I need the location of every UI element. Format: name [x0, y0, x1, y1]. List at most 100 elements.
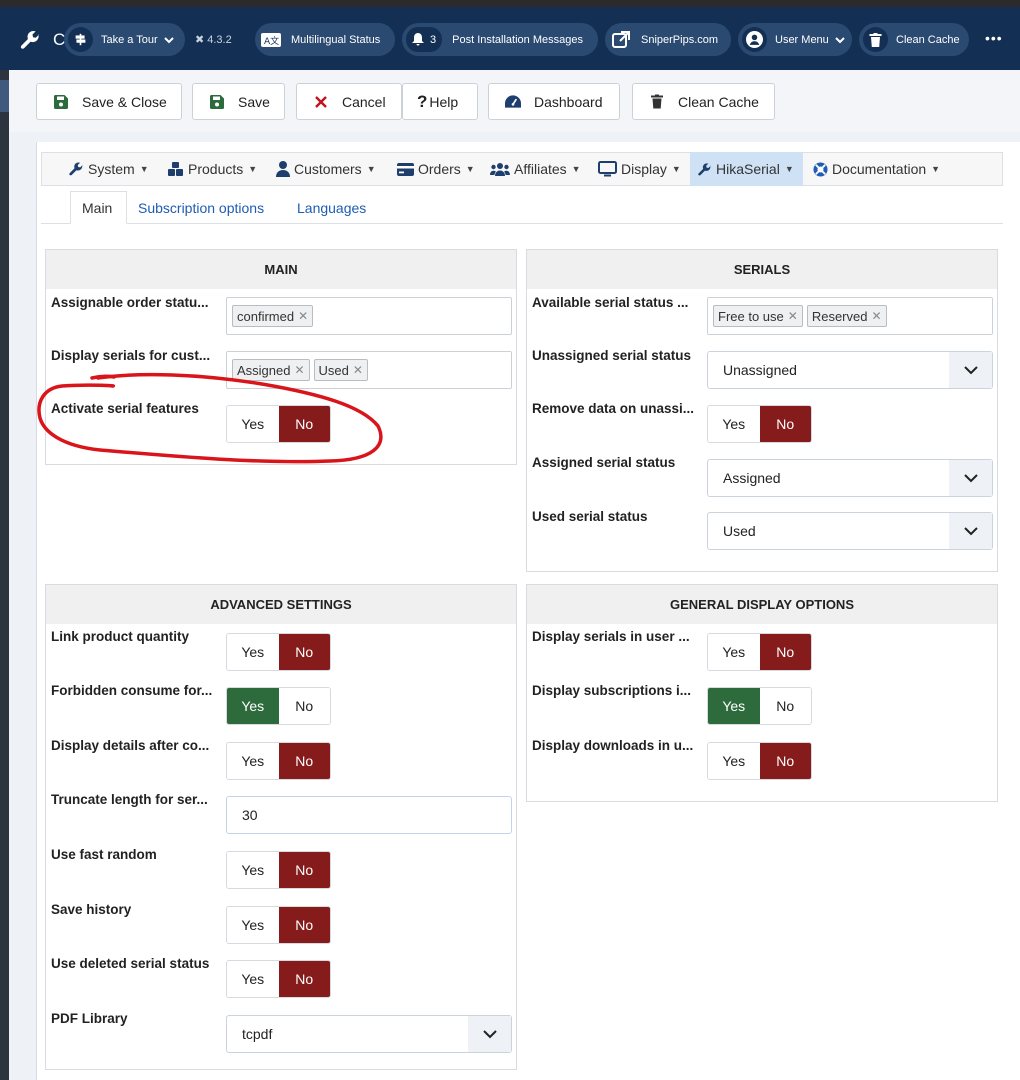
save-close-label: Save & Close: [82, 93, 167, 110]
remove-data-toggle[interactable]: Yes No: [707, 405, 812, 443]
take-tour-label: Take a Tour: [101, 33, 158, 46]
save-close-button[interactable]: Save & Close: [36, 83, 182, 120]
toggle-no[interactable]: No: [759, 406, 811, 442]
toggle-yes[interactable]: Yes: [227, 907, 279, 943]
pdf-library-select[interactable]: tcpdf: [226, 1015, 512, 1053]
toggle-no[interactable]: No: [278, 852, 330, 888]
chip-reserved[interactable]: Reserved ✕: [806, 305, 887, 327]
assignable-order-status-field[interactable]: confirmed ✕: [226, 297, 512, 335]
credit-card-icon: [397, 162, 414, 176]
tab-subscription-options[interactable]: Subscription options: [138, 191, 264, 224]
take-tour-button[interactable]: Take a Tour: [64, 23, 185, 56]
general-display-heading: GENERAL DISPLAY OPTIONS: [527, 585, 997, 624]
save-history-toggle[interactable]: Yes No: [226, 906, 331, 944]
fast-random-toggle[interactable]: Yes No: [226, 851, 331, 889]
chip-confirmed[interactable]: confirmed ✕: [232, 305, 314, 327]
toggle-no[interactable]: No: [759, 743, 811, 779]
toggle-yes[interactable]: Yes: [227, 406, 279, 442]
menu-documentation[interactable]: Documentation ▼: [813, 152, 940, 186]
toggle-no[interactable]: No: [759, 634, 811, 670]
available-serial-status-field[interactable]: Free to use ✕ Reserved ✕: [707, 297, 993, 335]
menu-display[interactable]: Display ▼: [598, 152, 681, 186]
external-link-icon: [611, 30, 631, 50]
serials-heading: SERIALS: [527, 250, 997, 289]
caret-down-icon: ▼: [571, 164, 581, 174]
menu-affiliates-label: Affiliates: [514, 161, 567, 177]
chip-free-to-use[interactable]: Free to use ✕: [713, 305, 803, 327]
fast-random-label: Use fast random: [51, 847, 157, 862]
forbidden-consume-toggle[interactable]: Yes No: [226, 687, 331, 725]
clean-cache-top-button[interactable]: Clean Cache: [859, 23, 969, 56]
truncate-length-input[interactable]: 30: [226, 796, 512, 834]
toggle-yes[interactable]: Yes: [708, 688, 760, 724]
display-details-toggle[interactable]: Yes No: [226, 742, 331, 780]
version-number: 4.3.2: [207, 33, 232, 46]
toggle-no[interactable]: No: [759, 688, 811, 724]
display-downloads-label: Display downloads in u...: [532, 738, 694, 753]
joomla-tools-icon[interactable]: [19, 29, 41, 54]
assigned-serial-status-label: Assigned serial status: [532, 455, 676, 470]
remove-icon: ✕: [294, 363, 305, 377]
toggle-no[interactable]: No: [278, 634, 330, 670]
site-label: SniperPips.com: [641, 33, 719, 46]
menu-hikaserial[interactable]: HikaSerial ▼: [690, 152, 803, 186]
display-serials-field[interactable]: Assigned ✕ Used ✕: [226, 351, 512, 389]
sidebar-edge: [0, 70, 9, 1080]
user-menu-button[interactable]: User Menu: [738, 23, 852, 56]
activate-serial-features-toggle[interactable]: Yes No: [226, 405, 331, 443]
toggle-no[interactable]: No: [278, 961, 330, 997]
tab-main[interactable]: Main: [70, 191, 127, 224]
user-menu-label: User Menu: [775, 33, 829, 46]
cancel-button[interactable]: Cancel: [296, 83, 402, 120]
display-subscriptions-toggle[interactable]: Yes No: [707, 687, 812, 725]
menu-products[interactable]: Products ▼: [167, 152, 257, 186]
display-downloads-toggle[interactable]: Yes No: [707, 742, 812, 780]
more-menu-icon[interactable]: •••: [985, 30, 1003, 46]
display-serials-user-label: Display serials in user ...: [532, 629, 690, 644]
deleted-serial-status-toggle[interactable]: Yes No: [226, 960, 331, 998]
menu-hikaserial-label: HikaSerial: [716, 161, 780, 177]
toggle-no[interactable]: No: [278, 907, 330, 943]
toggle-no[interactable]: No: [278, 743, 330, 779]
menu-system[interactable]: System ▼: [68, 152, 149, 186]
site-link-button[interactable]: SniperPips.com: [605, 23, 731, 56]
chevron-down-icon: [835, 35, 845, 45]
menu-system-label: System: [88, 161, 135, 177]
clean-cache-label: Clean Cache: [678, 93, 759, 110]
assigned-serial-status-select[interactable]: Assigned: [707, 459, 993, 497]
post-install-label: Post Installation Messages: [452, 33, 583, 46]
multilingual-status-button[interactable]: A文 Multilingual Status: [255, 23, 395, 56]
help-label: Help: [429, 93, 459, 110]
toggle-yes[interactable]: Yes: [708, 743, 760, 779]
clean-cache-button[interactable]: Clean Cache: [632, 83, 775, 120]
dashboard-button[interactable]: Dashboard: [488, 83, 620, 120]
used-serial-status-select[interactable]: Used: [707, 512, 993, 550]
wrench-icon: [69, 162, 83, 176]
link-product-quantity-toggle[interactable]: Yes No: [226, 633, 331, 671]
toggle-yes[interactable]: Yes: [227, 688, 279, 724]
post-installation-messages-button[interactable]: 3 Post Installation Messages: [402, 23, 598, 56]
tab-languages[interactable]: Languages: [297, 191, 366, 224]
caret-down-icon: ▼: [248, 164, 258, 174]
remove-icon: ✕: [298, 309, 309, 323]
unassigned-serial-status-select[interactable]: Unassigned: [707, 351, 993, 389]
toggle-yes[interactable]: Yes: [227, 634, 279, 670]
available-serial-status-label: Available serial status ...: [532, 295, 689, 310]
menu-orders[interactable]: Orders ▼: [397, 152, 475, 186]
toggle-no[interactable]: No: [278, 688, 330, 724]
toggle-yes[interactable]: Yes: [708, 406, 760, 442]
menu-affiliates[interactable]: Affiliates ▼: [490, 152, 581, 186]
chip-used[interactable]: Used ✕: [313, 359, 368, 381]
toggle-yes[interactable]: Yes: [227, 961, 279, 997]
chip-assigned[interactable]: Assigned ✕: [232, 359, 310, 381]
menu-customers[interactable]: Customers ▼: [276, 152, 376, 186]
remove-icon: ✕: [871, 309, 882, 323]
toggle-yes[interactable]: Yes: [708, 634, 760, 670]
save-button[interactable]: Save: [192, 83, 285, 120]
save-history-label: Save history: [51, 902, 132, 917]
display-serials-user-toggle[interactable]: Yes No: [707, 633, 812, 671]
toggle-yes[interactable]: Yes: [227, 852, 279, 888]
toggle-no[interactable]: No: [278, 406, 330, 442]
toggle-yes[interactable]: Yes: [227, 743, 279, 779]
help-button[interactable]: ? Help: [402, 83, 478, 120]
